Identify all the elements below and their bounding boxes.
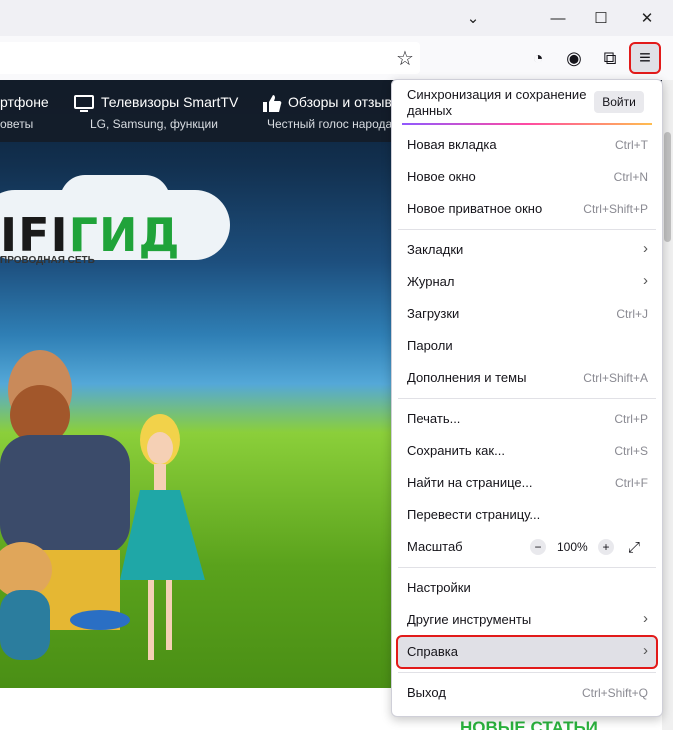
zoom-level[interactable]: 100% [557,540,588,554]
menu-item-label: Новое приватное окно [407,201,543,216]
menu-item-find-in-page[interactable]: Найти на странице... Ctrl+F [398,468,656,498]
menu-item-more-tools[interactable]: Другие инструменты › [398,605,656,635]
close-icon[interactable]: ✕ [624,0,670,36]
menu-item-help[interactable]: Справка › [396,635,658,669]
page-scrollbar[interactable] [662,80,673,730]
bookmark-star-icon[interactable]: ☆ [391,44,419,72]
shortcut-label: Ctrl+Shift+Q [581,686,648,700]
menu-separator [398,398,656,399]
menu-item-zoom: Масштаб − 100% + ⤢ [398,532,656,562]
logo-text-black: IFI [0,208,69,262]
menu-item-label: Печать... [407,411,461,426]
cartoon-characters-illustration [0,350,205,660]
menu-item-label: Сохранить как... [407,443,505,458]
menu-item-addons-themes[interactable]: Дополнения и темы Ctrl+Shift+A [398,363,656,393]
shortcut-label: Ctrl+Shift+P [583,202,648,216]
fullscreen-icon[interactable]: ⤢ [626,539,642,556]
nav-item-smartphone-sub: оветы [0,117,34,131]
zoom-out-button[interactable]: − [530,539,546,555]
menu-item-label: Пароли [407,338,453,353]
menu-item-label: Справка [407,644,458,659]
nav-item-reviews[interactable]: Обзоры и отзыв [288,94,392,110]
nav-item-smartphone[interactable]: ртфоне [0,94,49,110]
menu-item-label: Настройки [407,580,471,595]
shortcut-label: Ctrl+P [614,412,648,426]
chevron-right-icon: › [643,642,648,659]
menu-item-print[interactable]: Печать... Ctrl+P [398,404,656,434]
menu-item-bookmarks[interactable]: Закладки › [398,235,656,265]
menu-separator [398,567,656,568]
menu-item-label: Найти на странице... [407,475,533,490]
menu-item-label: Новое окно [407,169,476,184]
scrollbar-thumb[interactable] [664,132,671,242]
app-menu-panel: Синхронизация и сохранение данных Войти … [391,79,663,717]
menu-item-downloads[interactable]: Загрузки Ctrl+J [398,299,656,329]
sync-section: Синхронизация и сохранение данных Войти [392,80,662,125]
app-menu-button[interactable]: ≡ [629,42,661,74]
sync-label: Синхронизация и сохранение данных [407,87,587,118]
shortcut-label: Ctrl+F [615,476,648,490]
chevron-right-icon: › [643,240,648,257]
menu-separator [398,229,656,230]
zoom-in-button[interactable]: + [598,539,614,555]
tv-icon [74,95,94,112]
menu-item-save-as[interactable]: Сохранить как... Ctrl+S [398,436,656,466]
shortcut-label: Ctrl+J [616,307,648,321]
menu-separator [398,672,656,673]
new-articles-heading: НОВЫЕ СТАТЬИ [460,718,598,730]
chevron-right-icon: › [643,610,648,627]
menu-item-translate-page[interactable]: Перевести страницу... [398,500,656,530]
logo-text-green: ГИД [68,208,181,262]
logo-subtitle: ПРОВОДНАЯ СЕТЬ [0,255,95,266]
menu-item-exit[interactable]: Выход Ctrl+Shift+Q [398,678,656,708]
extensions-icon[interactable]: ⧉ [596,44,624,72]
shortcut-label: Ctrl+Shift+A [583,371,648,385]
menu-item-label: Перевести страницу... [407,507,541,522]
menu-item-label: Другие инструменты [407,612,532,627]
site-logo[interactable]: IFIГИД [0,208,180,262]
menu-item-label: Новая вкладка [407,137,497,152]
navigation-toolbar: ☆ ◔ ◉ ⧉ ≡ [0,36,673,81]
account-icon[interactable]: ◉ [560,44,588,72]
menu-item-label: Масштаб [407,539,463,554]
nav-item-reviews-sub: Честный голос народа [267,117,393,131]
shortcut-label: Ctrl+T [615,138,648,152]
nav-item-tv-sub: LG, Samsung, функции [90,117,218,131]
sign-in-button[interactable]: Войти [594,91,644,113]
menu-item-new-window[interactable]: Новое окно Ctrl+N [398,162,656,192]
menu-item-history[interactable]: Журнал › [398,267,656,297]
nav-item-tv[interactable]: Телевизоры SmartTV [101,94,238,110]
menu-item-label: Дополнения и темы [407,370,527,385]
title-bar: ⌄ — ☐ ✕ [0,0,673,36]
thumbs-up-icon [263,95,282,112]
pocket-icon[interactable]: ◔ [524,44,552,72]
sync-gradient-divider [402,123,652,125]
menu-item-label: Закладки [407,242,464,257]
shortcut-label: Ctrl+N [613,170,648,184]
menu-item-label: Выход [407,685,446,700]
menu-item-passwords[interactable]: Пароли [398,331,656,361]
chevron-down-icon[interactable]: ⌄ [450,0,496,36]
maximize-icon[interactable]: ☐ [578,0,624,36]
shortcut-label: Ctrl+S [614,444,648,458]
menu-item-new-tab[interactable]: Новая вкладка Ctrl+T [398,130,656,160]
menu-item-label: Загрузки [407,306,460,321]
menu-item-settings[interactable]: Настройки [398,573,656,603]
menu-item-label: Журнал [407,274,455,289]
address-bar[interactable] [0,42,420,74]
chevron-right-icon: › [643,272,648,289]
minimize-icon[interactable]: — [535,0,581,36]
menu-item-new-private-window[interactable]: Новое приватное окно Ctrl+Shift+P [398,194,656,224]
